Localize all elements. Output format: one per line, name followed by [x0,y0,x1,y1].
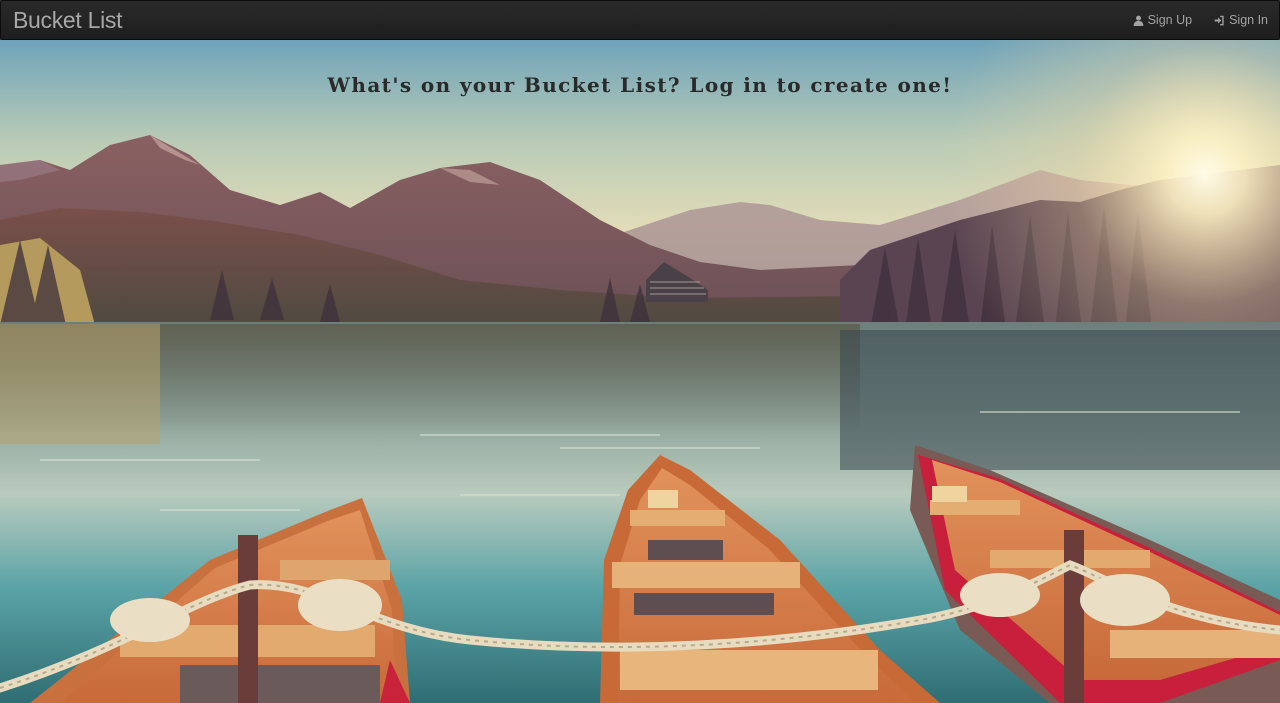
sign-in-icon [1214,15,1224,25]
sign-up-label: Sign Up [1147,13,1193,27]
sign-up-link[interactable]: Sign Up [1133,13,1192,27]
lake-boats-background-image [0,40,1280,703]
nav-links: Sign Up Sign In [1133,13,1268,27]
top-navbar: Bucket List Sign Up Sign In [0,0,1280,40]
brand-link[interactable]: Bucket List [13,7,123,34]
sign-in-link[interactable]: Sign In [1214,13,1268,27]
user-icon [1133,15,1143,26]
sign-in-label: Sign In [1229,13,1268,27]
hero-section: What's on your Bucket List? Log in to cr… [0,40,1280,703]
hero-headline: What's on your Bucket List? Log in to cr… [327,73,953,97]
